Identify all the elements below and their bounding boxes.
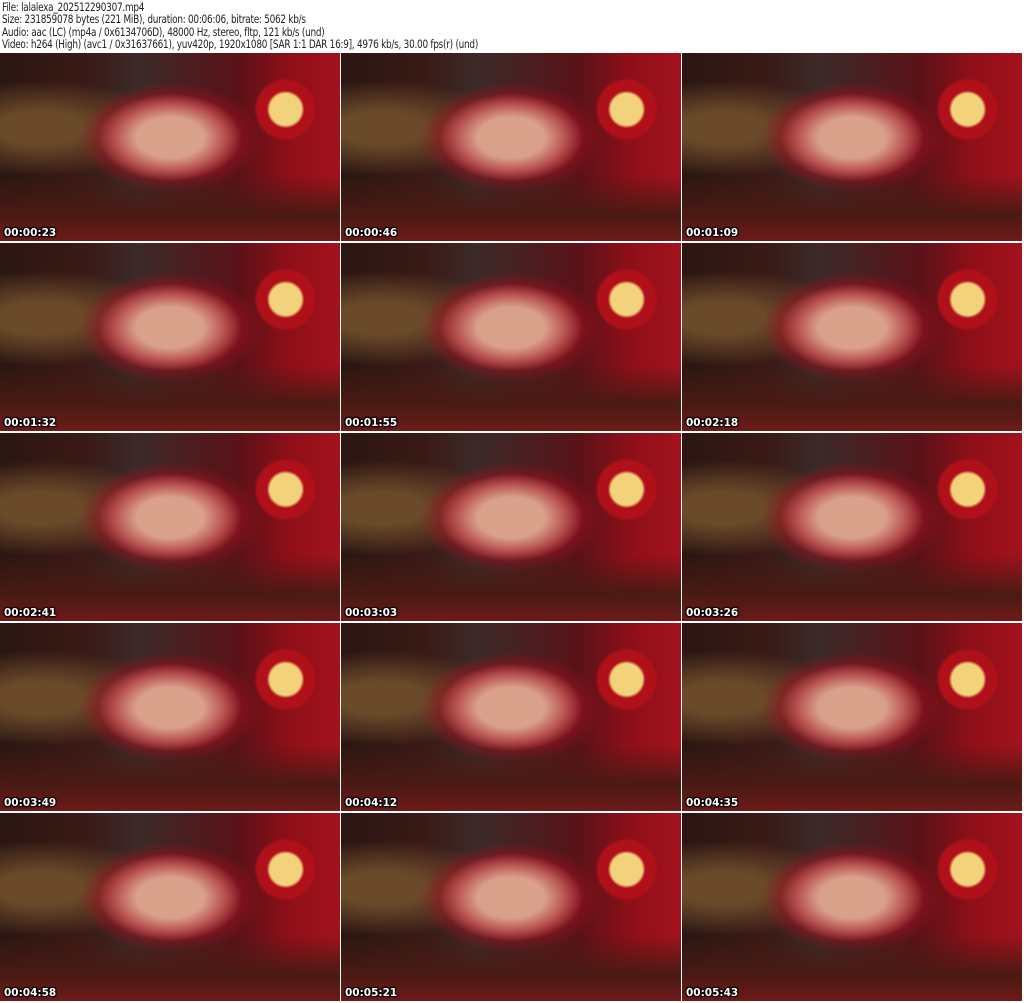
video-thumbnail: 00:03:26 xyxy=(682,433,1022,621)
thumbnail-timestamp: 00:05:21 xyxy=(345,987,398,999)
video-thumbnail: 00:05:43 xyxy=(682,813,1022,1001)
thumbnail-timestamp: 00:01:09 xyxy=(686,227,739,239)
thumbnail-timestamp: 00:02:18 xyxy=(686,417,739,429)
video-thumbnail: 00:05:21 xyxy=(341,813,681,1001)
video-thumbnail: 00:01:32 xyxy=(0,243,340,431)
thumbnail-timestamp: 00:04:35 xyxy=(686,797,739,809)
thumbnail-timestamp: 00:00:23 xyxy=(4,227,57,239)
video-thumbnail: 00:02:41 xyxy=(0,433,340,621)
video-thumbnail: 00:03:03 xyxy=(341,433,681,621)
file-info-header: File: lalalexa_202512290307.mp4 Size: 23… xyxy=(2,1,478,51)
thumbnail-timestamp: 00:03:49 xyxy=(4,797,57,809)
video-thumbnail: 00:04:12 xyxy=(341,623,681,811)
thumbnail-timestamp: 00:00:46 xyxy=(345,227,398,239)
video-thumbnail: 00:01:55 xyxy=(341,243,681,431)
video-info: Video: h264 (High) (avc1 / 0x31637661), … xyxy=(2,37,479,52)
video-thumbnail: 00:04:58 xyxy=(0,813,340,1001)
thumbnail-timestamp: 00:02:41 xyxy=(4,607,57,619)
video-thumbnail: 00:02:18 xyxy=(682,243,1022,431)
file-size-info: Size: 231859078 bytes (221 MiB), duratio… xyxy=(2,12,306,27)
thumbnail-timestamp: 00:01:55 xyxy=(345,417,398,429)
thumbnail-timestamp: 00:01:32 xyxy=(4,417,57,429)
thumbnail-timestamp: 00:04:12 xyxy=(345,797,398,809)
thumbnail-timestamp: 00:05:43 xyxy=(686,987,739,999)
thumbnail-timestamp: 00:03:26 xyxy=(686,607,739,619)
thumbnail-grid: 00:00:23 00:00:46 00:01:09 00:01:32 00:01:55… xyxy=(0,53,1024,1001)
thumbnail-timestamp: 00:04:58 xyxy=(4,987,57,999)
video-thumbnail: 00:04:35 xyxy=(682,623,1022,811)
thumbnail-timestamp: 00:03:03 xyxy=(345,607,398,619)
video-thumbnail: 00:03:49 xyxy=(0,623,340,811)
video-thumbnail: 00:00:46 xyxy=(341,53,681,241)
video-thumbnail: 00:00:23 xyxy=(0,53,340,241)
video-thumbnail: 00:01:09 xyxy=(682,53,1022,241)
